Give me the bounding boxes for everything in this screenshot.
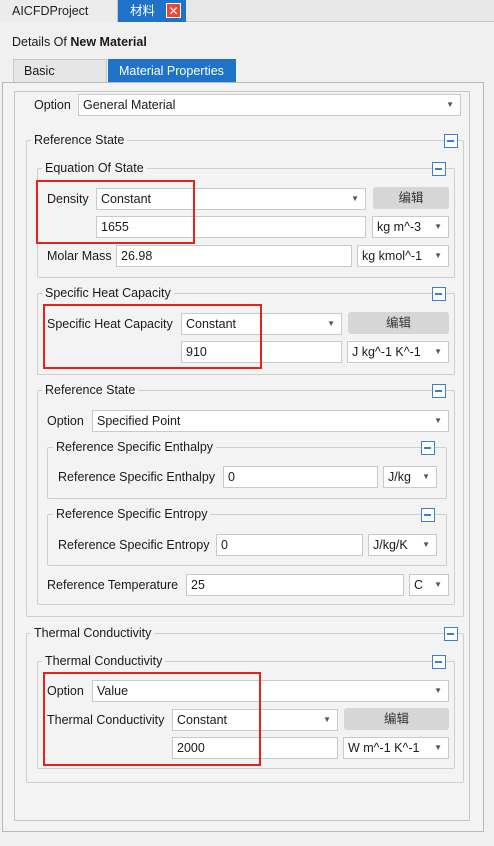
thermal-conductivity-inner-title: Thermal Conductivity [42,653,166,669]
chevron-down-icon: ▼ [327,319,335,328]
thermal-unit-select[interactable]: W m^-1 K^-1 ▼ [343,737,449,759]
details-prefix: Details Of [12,35,67,49]
reference-temperature-field[interactable]: 25 [186,574,404,596]
material-option-select[interactable]: General Material ▼ [78,94,461,116]
specific-heat-unit-value: J kg^-1 K^-1 [352,345,421,359]
entropy-unit-select[interactable]: J/kg/K ▼ [368,534,437,556]
reference-temperature-unit-value: C [414,578,424,592]
specific-heat-title: Specific Heat Capacity [42,285,174,301]
reference-option-label: Option [47,414,84,428]
reference-state-inner-collapse-icon[interactable] [432,384,446,398]
enthalpy-unit-select[interactable]: J/kg ▼ [383,466,437,488]
close-icon[interactable]: ✕ [166,3,181,18]
density-unit-value: kg m^-3 [377,220,422,234]
equation-of-state-title: Equation Of State [42,160,147,176]
reference-temperature-label: Reference Temperature [47,578,179,592]
molar-mass-field[interactable]: 26.98 [116,245,352,267]
entropy-label: Reference Specific Entropy [58,538,210,552]
specific-heat-unit-select[interactable]: J kg^-1 K^-1 ▼ [347,341,449,363]
thermal-conductivity-inner-collapse-icon[interactable] [432,655,446,669]
tab-material-properties[interactable]: Material Properties [108,59,236,82]
specific-heat-edit-button[interactable]: 编辑 [348,312,449,334]
thermal-conductivity-collapse-icon[interactable] [444,627,458,641]
enthalpy-label: Reference Specific Enthalpy [58,470,216,484]
entropy-collapse-icon[interactable] [421,508,435,522]
chevron-down-icon: ▼ [422,540,430,549]
specific-heat-highlight-box [43,304,262,369]
chevron-down-icon: ▼ [351,194,359,203]
chevron-down-icon: ▼ [434,222,442,231]
equation-of-state-collapse-icon[interactable] [432,162,446,176]
material-option-value: General Material [83,98,176,112]
enthalpy-unit-value: J/kg [388,470,411,484]
reference-option-value: Specified Point [97,414,181,428]
molar-mass-unit-value: kg kmol^-1 [362,249,423,263]
reference-option-select[interactable]: Specified Point ▼ [92,410,449,432]
chevron-down-icon: ▼ [422,472,430,481]
chevron-down-icon: ▼ [434,251,442,260]
thermal-edit-button[interactable]: 编辑 [344,708,449,730]
reference-temperature-unit-select[interactable]: C ▼ [409,574,449,596]
chevron-down-icon: ▼ [323,715,331,724]
density-unit-select[interactable]: kg m^-3 ▼ [372,216,449,238]
entropy-unit-value: J/kg/K [373,538,408,552]
material-name: New Material [70,35,147,49]
molar-mass-label: Molar Mass [47,249,112,263]
density-edit-button[interactable]: 编辑 [373,187,449,209]
density-highlight-box [36,180,195,244]
reference-state-collapse-icon[interactable] [444,134,458,148]
chevron-down-icon: ▼ [434,416,442,425]
chevron-down-icon: ▼ [434,743,442,752]
thermal-highlight-box [43,672,261,766]
tab-aicfd-project[interactable]: AICFDProject [0,0,118,22]
enthalpy-title: Reference Specific Enthalpy [53,439,217,455]
molar-mass-unit-select[interactable]: kg kmol^-1 ▼ [357,245,449,267]
tab-basic-setting[interactable]: Basic Setting [13,59,107,100]
details-heading: Details Of New Material [12,35,147,49]
thermal-conductivity-title: Thermal Conductivity [31,625,155,641]
reference-state-title: Reference State [31,132,128,148]
chevron-down-icon: ▼ [434,580,442,589]
chevron-down-icon: ▼ [434,347,442,356]
thermal-unit-value: W m^-1 K^-1 [348,741,420,755]
chevron-down-icon: ▼ [434,686,442,695]
entropy-value-field[interactable]: 0 [216,534,363,556]
enthalpy-value-field[interactable]: 0 [223,466,378,488]
chevron-down-icon: ▼ [446,100,454,109]
enthalpy-collapse-icon[interactable] [421,441,435,455]
reference-state-inner-title: Reference State [42,382,139,398]
option-label: Option [34,98,71,112]
entropy-title: Reference Specific Entropy [53,506,211,522]
specific-heat-collapse-icon[interactable] [432,287,446,301]
